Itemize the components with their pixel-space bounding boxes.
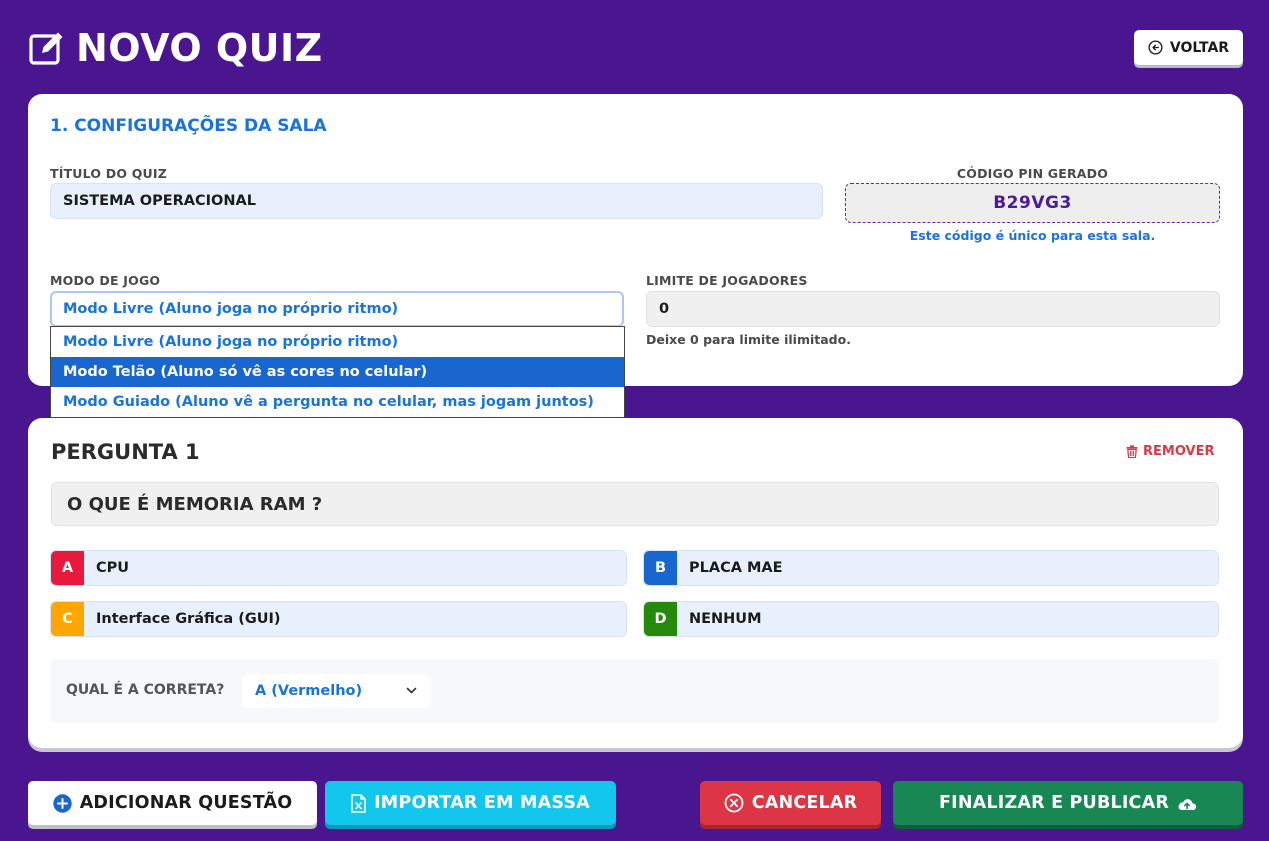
file-excel-icon <box>351 793 366 813</box>
game-mode-select[interactable]: Modo Livre (Aluno joga no próprio ritmo) <box>50 291 624 327</box>
player-limit-value: 0 <box>659 301 670 317</box>
section-title: 1. CONFIGURAÇÕES DA SALA <box>50 116 327 136</box>
question-text-value: O QUE É MEMORIA RAM ? <box>67 493 323 515</box>
game-mode-dropdown: Modo Livre (Aluno joga no próprio ritmo)… <box>50 326 625 418</box>
answer-b-badge: B <box>644 551 677 585</box>
game-mode-option[interactable]: Modo Livre (Aluno joga no próprio ritmo) <box>51 327 624 357</box>
publish-button[interactable]: FINALIZAR E PUBLICAR <box>893 781 1243 825</box>
quiz-title-value: SISTEMA OPERACIONAL <box>63 193 256 209</box>
question-title: PERGUNTA 1 <box>51 440 200 464</box>
correct-answer-select[interactable]: A (Vermelho) <box>242 674 431 708</box>
answer-c-badge: C <box>51 602 84 636</box>
quiz-title-input[interactable]: SISTEMA OPERACIONAL <box>50 183 823 219</box>
player-limit-label: LIMITE DE JOGADORES <box>646 273 808 288</box>
x-circle-icon <box>724 793 744 813</box>
publish-label: FINALIZAR E PUBLICAR <box>938 793 1170 813</box>
game-mode-selected: Modo Livre (Aluno joga no próprio ritmo) <box>63 301 399 317</box>
answer-a-text: CPU <box>96 560 130 576</box>
game-mode-option[interactable]: Modo Guiado (Aluno vê a pergunta no celu… <box>51 387 624 417</box>
back-button[interactable]: VOLTAR <box>1134 30 1243 65</box>
page-title-text: NOVO QUIZ <box>76 26 323 70</box>
pin-help-text: Este código é único para esta sala. <box>909 228 1156 243</box>
pin-code-value: B29VG3 <box>993 193 1072 213</box>
answer-d-badge: D <box>644 602 677 636</box>
page-title: NOVO QUIZ <box>28 26 323 70</box>
answer-d-text: NENHUM <box>689 611 762 627</box>
pin-code-display: B29VG3 <box>845 183 1220 223</box>
import-bulk-button[interactable]: IMPORTAR EM MASSA <box>325 781 616 825</box>
question-card: PERGUNTA 1 REMOVER O QUE É MEMORIA RAM ?… <box>28 418 1243 748</box>
add-question-label: ADICIONAR QUESTÃO <box>79 793 293 813</box>
answer-c-input[interactable]: C Interface Gráfica (GUI) <box>50 601 627 637</box>
plus-circle-icon <box>52 793 72 813</box>
remove-question-label: REMOVER <box>1143 444 1215 459</box>
quiz-title-label: TÍTULO DO QUIZ <box>50 166 167 181</box>
import-bulk-label: IMPORTAR EM MASSA <box>374 793 590 813</box>
player-limit-input[interactable]: 0 <box>646 291 1220 327</box>
chevron-down-icon <box>406 687 417 694</box>
game-mode-option-highlighted[interactable]: Modo Telão (Aluno só vê as cores no celu… <box>51 357 624 387</box>
add-question-button[interactable]: ADICIONAR QUESTÃO <box>28 781 317 825</box>
remove-question-button[interactable]: REMOVER <box>1126 444 1214 459</box>
answer-c-text: Interface Gráfica (GUI) <box>96 611 281 627</box>
game-mode-label: MODO DE JOGO <box>50 273 161 288</box>
answer-d-input[interactable]: D NENHUM <box>643 601 1219 637</box>
player-limit-help: Deixe 0 para limite ilimitado. <box>646 332 851 347</box>
question-text-input[interactable]: O QUE É MEMORIA RAM ? <box>51 482 1219 526</box>
answer-b-input[interactable]: B PLACA MAE <box>643 550 1219 586</box>
correct-answer-label: QUAL É A CORRETA? <box>66 682 225 698</box>
cancel-button[interactable]: CANCELAR <box>700 781 881 825</box>
correct-answer-panel: QUAL É A CORRETA? A (Vermelho) <box>50 659 1219 723</box>
answer-a-badge: A <box>51 551 84 585</box>
answer-a-input[interactable]: A CPU <box>50 550 627 586</box>
pencil-square-icon <box>29 32 63 65</box>
answer-b-text: PLACA MAE <box>689 560 783 576</box>
correct-answer-value: A (Vermelho) <box>255 683 363 699</box>
pin-label: CÓDIGO PIN GERADO <box>956 166 1109 181</box>
arrow-left-circle-icon <box>1148 40 1163 55</box>
cloud-upload-icon <box>1178 798 1197 810</box>
cancel-label: CANCELAR <box>751 793 858 813</box>
back-button-label: VOLTAR <box>1169 39 1230 56</box>
trash-icon <box>1126 445 1138 458</box>
